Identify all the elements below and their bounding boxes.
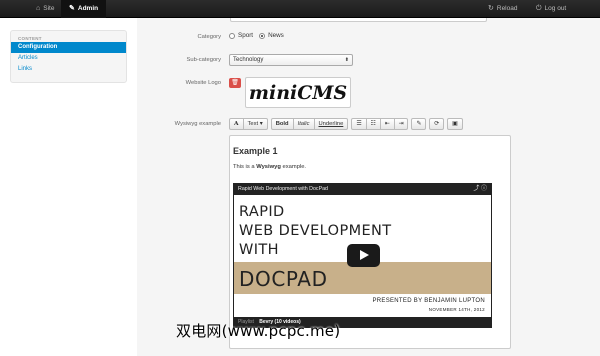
- para-prefix: This is a: [233, 164, 257, 170]
- radio-sport[interactable]: [229, 32, 235, 39]
- format-group: Bold Italic Underline: [270, 118, 349, 130]
- main-content: Category Sport News Sub-category Technol…: [137, 18, 600, 356]
- slide-line-1: RAPID: [239, 204, 285, 220]
- image-icon[interactable]: ▣: [447, 118, 463, 130]
- home-icon: ⌂: [36, 5, 41, 12]
- radio-news-label: News: [268, 32, 284, 39]
- font-group: A Text ▾: [229, 118, 268, 130]
- nav-admin-label: Admin: [77, 5, 99, 12]
- slide-line-4: DOCPAD: [239, 267, 328, 291]
- category-option-sport[interactable]: Sport: [229, 32, 253, 39]
- previous-field-bottom: [230, 18, 487, 22]
- ordered-list-icon[interactable]: ☷: [366, 118, 381, 130]
- indent-icon[interactable]: ⇥: [394, 118, 409, 130]
- list-group: ☰ ☷ ⇤ ⇥: [351, 118, 409, 130]
- nav-reload-label: Reload: [496, 5, 518, 12]
- subcategory-value: Technology: [233, 57, 264, 63]
- nav-logout[interactable]: ⏻ Log out: [528, 0, 574, 18]
- logo-text: miniCMS: [248, 81, 348, 104]
- delete-logo-button[interactable]: 🗑: [229, 78, 241, 88]
- embedded-video[interactable]: Rapid Web Development with DocPad ⤴ ⓘ RA…: [233, 183, 492, 328]
- top-navbar: ⌂ Site ✎ Admin ↻ Reload ⏻ Log out: [0, 0, 600, 18]
- font-icon[interactable]: A: [229, 118, 244, 130]
- unordered-list-icon[interactable]: ☰: [351, 118, 367, 130]
- nav-site-label: Site: [43, 5, 55, 12]
- subcategory-select[interactable]: Technology ⬍: [229, 54, 353, 66]
- sidebar-item-articles[interactable]: Articles: [11, 53, 126, 64]
- nav-reload[interactable]: ↻ Reload: [480, 0, 525, 18]
- text-style-label: Text: [247, 121, 259, 127]
- bold-button[interactable]: Bold: [270, 118, 294, 130]
- play-button-icon[interactable]: [347, 244, 380, 267]
- category-radio-group: Sport News: [229, 32, 284, 39]
- sidebar-item-links[interactable]: Links: [11, 64, 126, 75]
- sidebar-item-configuration[interactable]: Configuration: [11, 42, 126, 53]
- category-option-news[interactable]: News: [259, 32, 284, 39]
- slide-date: NOVEMBER 14TH, 2012: [428, 307, 485, 312]
- undo-icon[interactable]: ⟳: [429, 118, 445, 130]
- subcategory-label: Sub-category: [186, 57, 221, 63]
- chevron-down-icon: ▾: [259, 121, 263, 127]
- wysiwyg-label: Wysiwyg example: [174, 121, 221, 127]
- video-title-bar: Rapid Web Development with DocPad ⤴ ⓘ: [234, 184, 491, 195]
- slide-line-3: WITH: [239, 242, 279, 258]
- nav-admin[interactable]: ✎ Admin: [61, 0, 107, 18]
- trash-icon: 🗑: [231, 80, 239, 86]
- pencil-icon[interactable]: ✎: [411, 118, 427, 130]
- sidebar: CONTENT Configuration Articles Links: [10, 30, 127, 83]
- pencil-icon: ✎: [69, 5, 75, 12]
- editor-paragraph: This is a Wysiwyg example.: [233, 164, 306, 170]
- text-style-dropdown[interactable]: Text ▾: [243, 118, 268, 130]
- select-arrows-icon: ⬍: [344, 57, 349, 63]
- refresh-icon: ↻: [488, 5, 494, 12]
- website-logo-label: Website Logo: [185, 80, 221, 86]
- share-info-icon[interactable]: ⤴ ⓘ: [473, 184, 487, 195]
- nav-logout-label: Log out: [544, 5, 567, 12]
- wysiwyg-toolbar: A Text ▾ Bold Italic Underline ☰ ☷ ⇤ ⇥ ✎…: [229, 118, 463, 130]
- outdent-icon[interactable]: ⇤: [380, 118, 395, 130]
- video-title: Rapid Web Development with DocPad: [238, 186, 328, 192]
- editor-heading: Example 1: [233, 146, 278, 156]
- italic-button[interactable]: Italic: [293, 118, 315, 130]
- category-label: Category: [197, 34, 221, 40]
- slide-presenter: PRESENTED BY BENJAMIN LUPTON: [372, 298, 485, 304]
- sidebar-header: CONTENT: [18, 36, 42, 41]
- logo-preview: miniCMS: [245, 77, 351, 108]
- slide-line-2: WEB DEVELOPMENT: [239, 223, 392, 239]
- wysiwyg-editor[interactable]: Example 1 This is a Wysiwyg example. Rap…: [229, 135, 511, 349]
- para-suffix: example.: [280, 164, 307, 170]
- para-bold: Wysiwyg: [256, 164, 281, 170]
- underline-button[interactable]: Underline: [314, 118, 349, 130]
- radio-sport-label: Sport: [238, 32, 254, 39]
- nav-site[interactable]: ⌂ Site: [28, 0, 62, 18]
- radio-news[interactable]: [259, 32, 266, 39]
- logout-icon: ⏻: [536, 5, 542, 12]
- watermark-text: 双电网(www.pcpc.me): [176, 322, 341, 340]
